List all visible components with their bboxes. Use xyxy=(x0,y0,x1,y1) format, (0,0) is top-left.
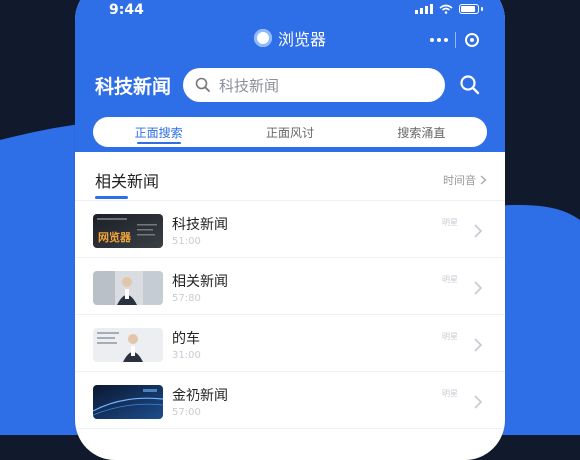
wifi-icon xyxy=(439,4,453,14)
news-tag: 明星 xyxy=(442,275,458,284)
more-options-icon[interactable] xyxy=(423,38,455,42)
page-title: 科技新闻 xyxy=(95,76,172,98)
search-input[interactable]: 科技新闻 xyxy=(183,68,445,102)
news-thumbnail xyxy=(93,385,163,419)
chevron-right-icon xyxy=(474,224,483,238)
thumb-text: 网览器 xyxy=(98,230,132,244)
news-time: 51:00 xyxy=(172,236,201,247)
tab-search-filter[interactable]: 搜索涌直 xyxy=(356,117,487,147)
section-more-link[interactable]: 时间音 xyxy=(443,172,487,188)
news-list: 网览器 科技新闻 51:00 明星 相关新闻 57:80 明星 的车 31:00… xyxy=(75,201,505,429)
status-icons xyxy=(415,4,483,14)
tab-search-positive[interactable]: 正面搜索 xyxy=(93,117,224,147)
section-header: 相关新闻 时间音 xyxy=(75,152,505,200)
news-thumbnail xyxy=(93,328,163,362)
news-thumbnail xyxy=(93,271,163,305)
chevron-right-icon xyxy=(480,175,487,185)
news-item[interactable]: 的车 31:00 明星 xyxy=(75,315,505,372)
status-time: 9:44 xyxy=(109,2,144,18)
news-tag: 明星 xyxy=(442,332,458,341)
news-time: 57:80 xyxy=(172,293,201,304)
news-title: 的车 xyxy=(172,331,200,347)
news-thumbnail: 网览器 xyxy=(93,214,163,248)
chevron-right-icon xyxy=(474,281,483,295)
news-item[interactable]: 网览器 科技新闻 51:00 明星 xyxy=(75,201,505,258)
section-more-label: 时间音 xyxy=(443,174,476,187)
close-target-icon[interactable] xyxy=(456,33,488,47)
news-item[interactable]: 金礽新闻 57:00 明星 xyxy=(75,372,505,429)
browser-logo-icon xyxy=(253,29,272,47)
section-title: 相关新闻 xyxy=(95,172,160,191)
search-placeholder: 科技新闻 xyxy=(219,76,280,95)
app-name: 浏览器 xyxy=(277,30,326,49)
phone-frame: 9:44 浏览器 科技新闻 科技新闻 正面搜索 正面风讨 搜索涌直 相关新闻 时… xyxy=(75,0,505,460)
section-underline xyxy=(95,196,128,199)
tab-bar: 正面搜索 正面风讨 搜索涌直 xyxy=(93,117,487,147)
signal-icon xyxy=(415,4,433,14)
news-time: 31:00 xyxy=(172,350,201,361)
battery-icon xyxy=(459,4,479,14)
tab-sentiment-positive[interactable]: 正面风讨 xyxy=(224,117,355,147)
news-item[interactable]: 相关新闻 57:80 明星 xyxy=(75,258,505,315)
chevron-right-icon xyxy=(474,338,483,352)
search-icon xyxy=(195,77,210,92)
news-title: 科技新闻 xyxy=(172,217,228,233)
search-button-icon[interactable] xyxy=(459,74,481,96)
header-area: 9:44 浏览器 科技新闻 科技新闻 正面搜索 正面风讨 搜索涌直 xyxy=(75,0,505,152)
chevron-right-icon xyxy=(474,395,483,409)
battery-tip xyxy=(481,7,483,11)
news-title: 相关新闻 xyxy=(172,274,228,290)
news-tag: 明星 xyxy=(442,218,458,227)
news-tag: 明星 xyxy=(442,389,458,398)
news-title: 金礽新闻 xyxy=(172,388,228,404)
news-time: 57:00 xyxy=(172,407,201,418)
mini-program-capsule xyxy=(423,28,489,52)
